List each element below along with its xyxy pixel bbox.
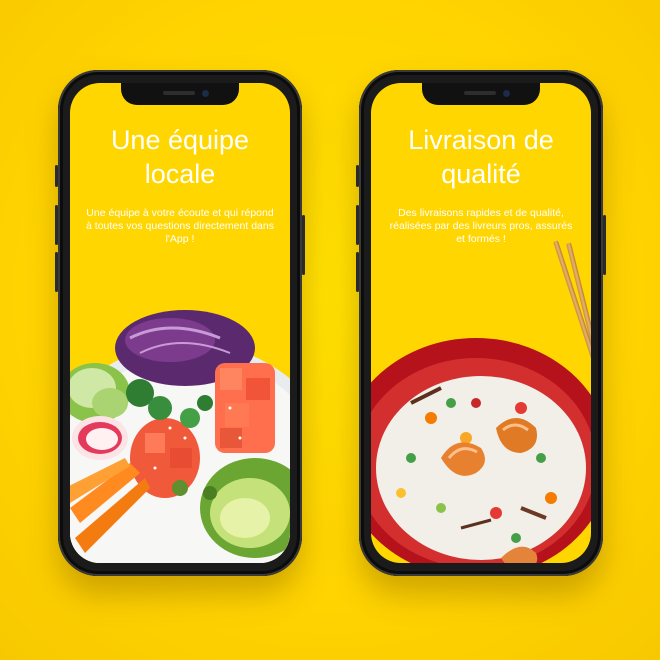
screen-description: Une équipe à votre écoute et qui répond …	[86, 207, 274, 245]
poke-bowl-image	[70, 308, 290, 563]
shrimp-rice-image	[371, 308, 591, 563]
screen-title: Livraison de qualité	[408, 125, 554, 189]
screen-description: Des livraisons rapides et de qualité, ré…	[389, 207, 573, 245]
phone-mockup-right: Livraison de qualité Des livraisons rapi…	[356, 70, 606, 576]
phone-screen-right: Livraison de qualité Des livraisons rapi…	[371, 83, 591, 563]
screen-title: Une équipe locale	[110, 125, 250, 189]
phone-screen-left: Une équipe locale Une équipe à votre éco…	[70, 83, 290, 563]
phone-notch	[422, 83, 540, 105]
phone-notch	[121, 83, 239, 105]
phone-mockup-left: Une équipe locale Une équipe à votre éco…	[55, 70, 305, 576]
